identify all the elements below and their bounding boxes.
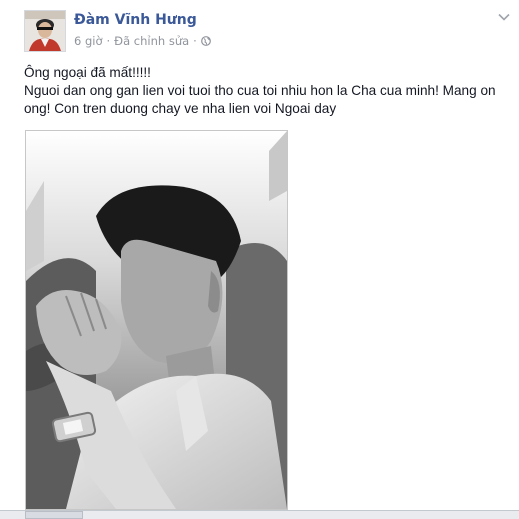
author-name-link[interactable]: Đàm Vĩnh Hưng: [74, 12, 197, 28]
feed-bottom-tab[interactable]: [25, 511, 83, 519]
post-text: Ông ngoại đã mất!!!!! Nguoi dan ong gan …: [24, 64, 514, 118]
post-meta: 6 giờ · Đã chỉnh sửa ·: [74, 34, 211, 48]
meta-separator: ·: [106, 34, 111, 48]
post-text-line-1: Ông ngoại đã mất!!!!!: [24, 65, 151, 80]
meta-separator-2: ·: [193, 34, 197, 48]
facebook-post: Đàm Vĩnh Hưng 6 giờ · Đã chỉnh sửa · Ông…: [0, 0, 519, 519]
globe-icon[interactable]: [200, 36, 211, 46]
praying-man-photo: [26, 131, 287, 509]
post-text-line-2: Nguoi dan ong gan lien voi tuoi tho cua …: [24, 83, 496, 116]
post-photo[interactable]: [25, 130, 288, 510]
edited-label[interactable]: Đã chỉnh sửa: [114, 34, 189, 48]
chevron-down-icon[interactable]: [497, 10, 511, 24]
post-timestamp[interactable]: 6 giờ: [74, 34, 103, 48]
avatar-image: [25, 11, 65, 51]
avatar[interactable]: [24, 10, 66, 52]
